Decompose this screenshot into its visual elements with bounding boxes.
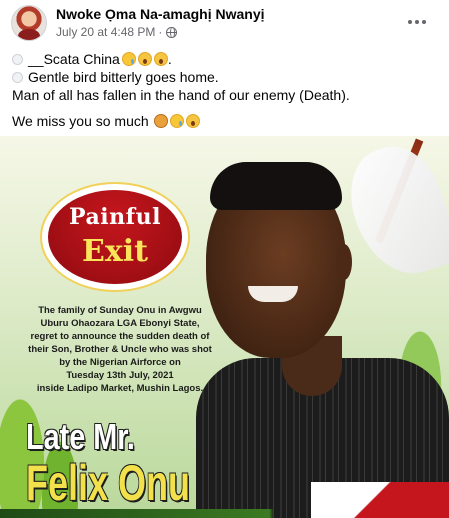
crying-face-icon	[169, 114, 184, 128]
notice-line: The family of Sunday Onu in Awgwu	[38, 305, 202, 316]
post-line-text: We miss you so much	[12, 113, 149, 129]
portrait-hair	[210, 162, 342, 210]
post-line: We miss you so much	[12, 112, 442, 130]
notice-line: Uburu Ohaozara LGA Ebonyi State,	[40, 318, 200, 329]
painful-exit-badge: Painful Exit	[42, 184, 188, 290]
post-text: __Scata China . Gentle bird bitterly goe…	[12, 50, 442, 130]
post-line-text: __Scata China	[28, 51, 120, 67]
post-line: Gentle bird bitterly goes home.	[12, 68, 442, 86]
portrait-photo	[196, 158, 449, 518]
notice-line: their Son, Brother & Uncle who was shot	[28, 344, 212, 355]
circle-bullet-icon	[12, 71, 23, 83]
period: .	[167, 51, 172, 67]
bottom-strip	[0, 509, 449, 518]
screaming-face-icon	[137, 52, 152, 66]
meta-separator: ·	[158, 25, 163, 39]
badge-bottom-text: Exit	[81, 234, 148, 269]
post-header: Nwoke Ọma Na-amaghị Nwanyị July 20 at 4:…	[0, 0, 449, 44]
screaming-face-icon	[153, 52, 168, 66]
notice-line: regret to announce the sudden death of	[30, 331, 210, 342]
lion-face-icon	[153, 114, 168, 128]
post-line-text: Gentle bird bitterly goes home.	[28, 69, 219, 85]
author-avatar[interactable]	[11, 5, 47, 41]
post-line: __Scata China .	[12, 50, 442, 68]
late-mr-label: Late Mr.	[26, 416, 135, 457]
deceased-name: Felix Onu	[26, 455, 191, 511]
notice-line: Tuesday 13th July, 2021	[66, 370, 174, 381]
badge-top-text: Painful	[69, 204, 161, 230]
post-line-text: Man of all has fallen in the hand of our…	[12, 87, 350, 103]
crying-face-icon	[121, 52, 136, 66]
post-meta: July 20 at 4:48 PM ·	[56, 25, 178, 39]
notice-line: inside Ladipo Market, Mushin Lagos.	[36, 383, 204, 394]
post-line: Man of all has fallen in the hand of our…	[12, 86, 442, 104]
globe-icon[interactable]	[166, 26, 178, 38]
facebook-post: Nwoke Ọma Na-amaghị Nwanyị July 20 at 4:…	[0, 0, 449, 518]
notice-line: by the Nigerian Airforce on	[59, 357, 181, 368]
screaming-face-icon	[185, 114, 200, 128]
portrait-ear	[336, 244, 352, 280]
circle-bullet-icon	[12, 53, 23, 65]
post-image[interactable]: Painful Exit The family of Sunday Onu in…	[0, 136, 449, 518]
obituary-notice: The family of Sunday Onu in Awgwu Uburu …	[22, 304, 218, 395]
author-name[interactable]: Nwoke Ọma Na-amaghị Nwanyị	[56, 6, 265, 22]
post-date[interactable]: July 20 at 4:48 PM	[56, 25, 155, 39]
more-options-icon[interactable]	[405, 10, 429, 34]
